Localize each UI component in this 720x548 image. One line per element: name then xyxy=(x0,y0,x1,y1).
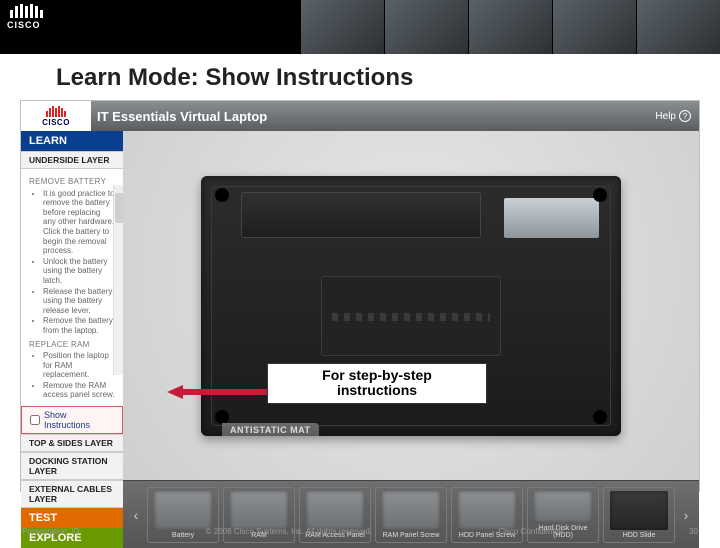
rubber-foot-icon xyxy=(593,410,607,424)
spec-label-plate xyxy=(504,198,599,238)
layer-external[interactable]: EXTERNAL CABLES LAYER xyxy=(21,480,123,508)
show-instructions-label: Show Instructions xyxy=(44,410,114,430)
instructions-pane: REMOVE BATTERY It is good practice to re… xyxy=(21,169,123,406)
ram-access-panel[interactable] xyxy=(321,276,501,356)
panel-icon xyxy=(306,491,364,530)
sidebar: LEARN UNDERSIDE LAYER REMOVE BATTERY It … xyxy=(21,131,123,548)
slide-footer: Presentation_ID © 2008 Cisco Systems, In… xyxy=(0,527,720,536)
section-replace-ram-title: REPLACE RAM xyxy=(29,340,115,350)
layer-docking[interactable]: DOCKING STATION LAYER xyxy=(21,452,123,480)
copyright: © 2008 Cisco Systems, Inc. All rights re… xyxy=(206,527,372,536)
list-item: It is good practice to remove the batter… xyxy=(43,189,115,256)
list-item: Remove the battery from the laptop. xyxy=(43,316,115,335)
hero-photo-strip xyxy=(300,0,720,54)
rubber-foot-icon xyxy=(593,188,607,202)
section-remove-battery-title: REMOVE BATTERY xyxy=(29,177,115,187)
ram-icon xyxy=(230,491,288,530)
callout-box: For step-by-step instructions xyxy=(267,363,487,404)
screw-icon xyxy=(382,491,440,530)
shelf-prev-button[interactable]: ‹ xyxy=(129,507,143,523)
hdd-slide-icon xyxy=(610,491,668,530)
show-instructions-checkbox[interactable] xyxy=(30,415,40,425)
scrollbar-thumb[interactable] xyxy=(115,193,123,223)
shelf-next-button[interactable]: › xyxy=(679,507,693,523)
cisco-wordmark: CISCO xyxy=(7,20,41,30)
show-instructions-toggle[interactable]: Show Instructions xyxy=(21,406,123,434)
scrollbar[interactable] xyxy=(113,185,123,375)
callout-arrow-icon xyxy=(167,385,277,399)
slide-top-band: CISCO xyxy=(0,0,720,54)
app-header: CISCO IT Essentials Virtual Laptop Help … xyxy=(21,101,699,131)
screw-icon xyxy=(458,491,516,530)
rubber-foot-icon xyxy=(215,410,229,424)
hdd-icon xyxy=(534,491,592,523)
app-cisco-logo: CISCO xyxy=(21,101,91,131)
laptop-viewport[interactable]: For step-by-step instructions xyxy=(123,131,699,480)
help-link[interactable]: Help ? xyxy=(655,110,691,122)
remove-battery-steps: It is good practice to remove the batter… xyxy=(29,189,115,336)
replace-ram-steps: Position the laptop for RAM replacement.… xyxy=(29,351,115,400)
mode-tab-learn[interactable]: LEARN xyxy=(21,131,123,151)
layer-underside[interactable]: UNDERSIDE LAYER xyxy=(21,151,123,169)
cisco-logo-icon xyxy=(10,4,43,18)
battery-icon xyxy=(154,491,212,530)
battery-slot[interactable] xyxy=(241,192,481,238)
callout-line2: instructions xyxy=(274,383,480,398)
confidential: Cisco Confidential xyxy=(498,527,562,536)
help-icon: ? xyxy=(679,110,691,122)
canvas: For step-by-step instructions ANTISTATIC… xyxy=(123,131,699,548)
rubber-foot-icon xyxy=(215,188,229,202)
list-item: Position the laptop for RAM replacement. xyxy=(43,351,115,380)
mode-tab-test[interactable]: TEST xyxy=(21,508,123,528)
page-number: 30 xyxy=(689,527,698,536)
list-item: Unlock the battery using the battery lat… xyxy=(43,257,115,286)
virtual-laptop-app: CISCO IT Essentials Virtual Laptop Help … xyxy=(20,100,700,492)
help-label: Help xyxy=(655,111,676,122)
app-title: IT Essentials Virtual Laptop xyxy=(97,109,655,124)
slide-title: Learn Mode: Show Instructions xyxy=(0,54,720,100)
app-body: LEARN UNDERSIDE LAYER REMOVE BATTERY It … xyxy=(21,131,699,548)
parts-shelf-inner: ‹ Battery RAM RAM Access Panel RAM Panel… xyxy=(123,481,699,548)
callout-line1: For step-by-step xyxy=(274,368,480,383)
list-item: Release the battery using the battery re… xyxy=(43,287,115,316)
parts-shelf: ‹ Battery RAM RAM Access Panel RAM Panel… xyxy=(123,480,699,548)
layer-top-sides[interactable]: TOP & SIDES LAYER xyxy=(21,434,123,452)
list-item: Remove the RAM access panel screw. xyxy=(43,381,115,400)
app-cisco-wordmark: CISCO xyxy=(42,118,70,127)
antistatic-mat-label: ANTISTATIC MAT xyxy=(222,423,319,436)
presentation-id: Presentation_ID xyxy=(22,527,79,536)
